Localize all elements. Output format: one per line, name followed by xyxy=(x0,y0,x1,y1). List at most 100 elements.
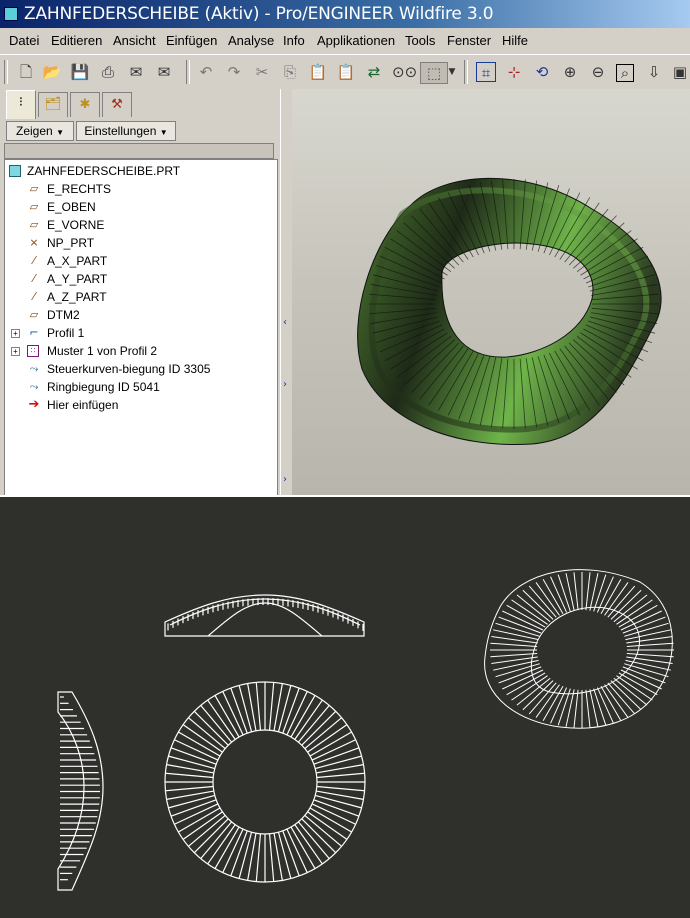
drawing-canvas xyxy=(57,569,674,891)
expand-right-icon[interactable]: › xyxy=(283,474,287,485)
tree-item[interactable]: ▱ E_RECHTS xyxy=(5,180,275,198)
tree-item-label: Hier einfügen xyxy=(47,398,119,412)
expand-toggle-icon[interactable]: + xyxy=(11,347,20,356)
datum-plane-icon: ▱ xyxy=(29,218,39,231)
tooth-line xyxy=(255,833,262,882)
paste-icon[interactable]: 📋 xyxy=(308,62,328,82)
tree-item[interactable]: ⤳ Steuerkurven-biegung ID 3305 xyxy=(5,360,275,378)
model-tree-tab[interactable]: ⁝ xyxy=(6,90,36,119)
show-dropdown[interactable]: Zeigen ▼ xyxy=(6,121,74,141)
navigator-pane: ⁝ 🗂 ✱ ⚒ Zeigen ▼ Einstellungen ▼ ZAHNFED… xyxy=(0,89,280,497)
orient-icon[interactable]: ⌗ xyxy=(476,62,496,82)
save-icon[interactable]: 💾 xyxy=(70,62,90,82)
expand-toggle-icon[interactable]: + xyxy=(11,329,20,338)
menu-fenster[interactable]: Fenster xyxy=(447,33,491,48)
tree-item-label: NP_PRT xyxy=(47,236,95,250)
redo-icon[interactable]: ↷ xyxy=(224,62,244,82)
toolbar-separator xyxy=(186,60,190,84)
tooth-line xyxy=(585,689,591,728)
tree-item[interactable]: + ⌐ Profil 1 xyxy=(5,324,275,342)
title-bar[interactable]: ZAHNFEDERSCHEIBE (Aktiv) - Pro/ENGINEER … xyxy=(0,0,690,28)
tree-item[interactable]: ▱ E_OBEN xyxy=(5,198,275,216)
tooth-line xyxy=(516,677,551,706)
find-icon[interactable]: ⊙⊙ xyxy=(392,62,417,82)
tree-item[interactable]: ▱ E_VORNE xyxy=(5,216,275,234)
datum-axis-icon: ⁄ xyxy=(33,254,35,267)
spin-center-icon[interactable]: ⊹ xyxy=(504,62,524,82)
tooth-line xyxy=(490,652,538,658)
menu-einfuegen[interactable]: Einfügen xyxy=(166,33,217,48)
tree-item[interactable]: ⤳ Ringbiegung ID 5041 xyxy=(5,378,275,396)
folder-browser-icon: 🗂 xyxy=(44,97,62,112)
tooth-line xyxy=(268,682,275,731)
pattern-icon: ∷ xyxy=(27,345,39,357)
app-icon xyxy=(4,7,18,21)
mail-attachment-icon[interactable]: ✉ xyxy=(154,62,174,82)
settings-dropdown[interactable]: Einstellungen ▼ xyxy=(76,121,176,141)
tree-root[interactable]: ZAHNFEDERSCHEIBE.PRT xyxy=(5,162,275,180)
washer-body xyxy=(357,177,662,446)
connections-icon: ⚒ xyxy=(111,97,123,112)
tree-item[interactable]: ➔ Hier einfügen xyxy=(5,396,275,414)
tooth-line xyxy=(188,717,226,750)
copy-icon[interactable]: ⎘ xyxy=(280,62,300,82)
tooth-line xyxy=(626,635,673,644)
tooth-line xyxy=(613,677,648,706)
folder-browser-tab[interactable]: 🗂 xyxy=(38,92,68,117)
print-icon[interactable]: ⎙ xyxy=(98,62,118,82)
menu-editieren[interactable]: Editieren xyxy=(51,33,102,48)
tree-column-header[interactable] xyxy=(4,143,274,159)
tooth-line xyxy=(316,772,365,779)
tree-item-label: A_Y_PART xyxy=(47,272,108,286)
coordinate-system-icon: ⨯ xyxy=(29,236,39,249)
tooth-line xyxy=(593,574,607,612)
insert-here-arrow-icon: ➔ xyxy=(28,397,40,412)
zoom-out-icon[interactable]: ⊖ xyxy=(588,62,608,82)
tree-item[interactable]: ⁄ A_Y_PART xyxy=(5,270,275,288)
view-manager-icon[interactable]: ▣ xyxy=(670,62,690,82)
tree-item[interactable]: ⁄ A_Z_PART xyxy=(5,288,275,306)
tooth-line xyxy=(188,814,226,847)
tree-root-label: ZAHNFEDERSCHEIBE.PRT xyxy=(27,164,181,178)
zoom-in-icon[interactable]: ⊕ xyxy=(560,62,580,82)
tooth-line xyxy=(193,818,229,854)
favorites-tab[interactable]: ✱ xyxy=(70,92,100,117)
menu-ansicht[interactable]: Ansicht xyxy=(113,33,156,48)
select-dropdown-arrow-icon[interactable]: ▼ xyxy=(446,62,458,82)
undo-icon[interactable]: ↶ xyxy=(196,62,216,82)
tree-item[interactable]: ⁄ A_X_PART xyxy=(5,252,275,270)
tooth-line xyxy=(301,710,337,746)
toolbar-grip xyxy=(4,60,8,84)
open-folder-icon[interactable]: 📂 xyxy=(42,62,62,82)
saved-views-icon[interactable]: ⟲ xyxy=(532,62,552,82)
graphics-viewport[interactable] xyxy=(292,89,690,497)
bend-feature-icon: ⤳ xyxy=(29,380,39,393)
menu-applikationen[interactable]: Applikationen xyxy=(317,33,395,48)
tooth-line xyxy=(557,574,571,612)
select-box-icon[interactable]: ⬚ xyxy=(420,62,448,84)
menu-hilfe[interactable]: Hilfe xyxy=(502,33,528,48)
tree-item[interactable]: ⨯ NP_PRT xyxy=(5,234,275,252)
cut-icon[interactable]: ✂ xyxy=(252,62,272,82)
tooth-line xyxy=(589,573,599,611)
paste-special-icon[interactable]: 📋 xyxy=(336,62,356,82)
menu-datei[interactable]: Datei xyxy=(9,33,39,48)
tooth-line xyxy=(200,821,233,859)
main-toolbar: 🗋 📂 💾 ⎙ ✉ ✉ ↶ ↷ ✂ ⎘ 📋 📋 ⇄ ⊙⊙ ⬚ ▼ ⌗ ⊹ ⟲ ⊕… xyxy=(0,54,690,90)
refit-icon[interactable]: ⌕ xyxy=(616,64,634,82)
reorient-icon[interactable]: ⇩ xyxy=(644,62,664,82)
tree-item-label: Steuerkurven-biegung ID 3305 xyxy=(47,362,211,376)
tree-item-label: DTM2 xyxy=(47,308,80,322)
menu-analyse[interactable]: Analyse xyxy=(228,33,274,48)
collapse-left-icon[interactable]: ‹ xyxy=(283,317,287,328)
connections-tab[interactable]: ⚒ xyxy=(102,92,132,117)
expand-right-icon[interactable]: › xyxy=(283,379,287,390)
send-mail-icon[interactable]: ✉ xyxy=(126,62,146,82)
menu-info[interactable]: Info xyxy=(283,33,305,48)
tree-item[interactable]: ▱ DTM2 xyxy=(5,306,275,324)
regenerate-icon[interactable]: ⇄ xyxy=(364,62,384,82)
new-file-icon[interactable]: 🗋 xyxy=(16,62,36,82)
menu-tools[interactable]: Tools xyxy=(405,33,435,48)
tree-item[interactable]: + ∷ Muster 1 von Profil 2 xyxy=(5,342,275,360)
tooth-line xyxy=(516,594,551,623)
